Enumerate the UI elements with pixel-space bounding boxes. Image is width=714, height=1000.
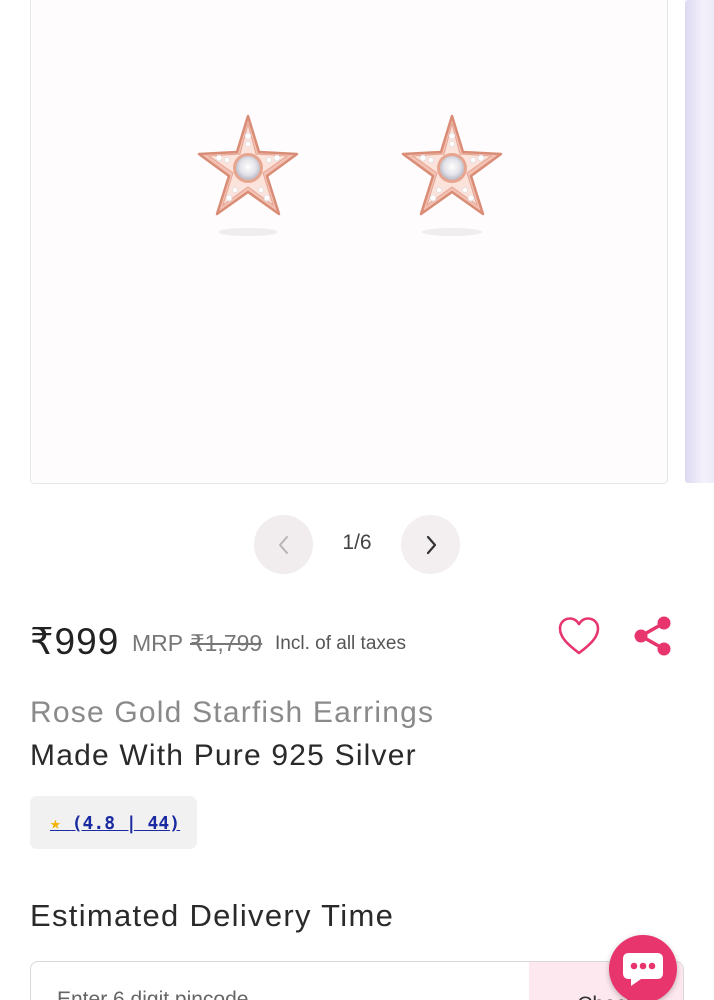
pincode-form: Check xyxy=(30,961,684,1000)
mrp-value: ₹1,799 xyxy=(190,630,263,656)
share-button[interactable] xyxy=(628,612,676,660)
star-icon: ★ xyxy=(50,813,61,834)
delivery-heading: Estimated Delivery Time xyxy=(30,898,395,933)
earring-right-image xyxy=(401,114,503,236)
rating-badge[interactable]: ★ (4.8 | 44) xyxy=(30,796,197,849)
next-image-button[interactable] xyxy=(401,515,460,574)
product-title-line1: Rose Gold Starfish Earrings xyxy=(30,696,435,729)
rating-text: (4.8 | 44) xyxy=(71,813,181,834)
product-title-line2: Made With Pure 925 Silver xyxy=(30,739,417,772)
heart-icon xyxy=(558,617,600,655)
wishlist-button[interactable] xyxy=(555,612,603,660)
pincode-input[interactable] xyxy=(57,988,507,1000)
chat-button[interactable] xyxy=(609,935,677,1000)
chevron-left-icon xyxy=(278,535,288,554)
next-image-preview[interactable] xyxy=(685,0,714,483)
price-row: ₹999 MRP ₹1,799 Incl. of all taxes xyxy=(30,616,690,670)
image-counter: 1/6 xyxy=(342,531,372,554)
gallery-pager: 1/6 xyxy=(0,515,714,575)
selling-price: ₹999 xyxy=(30,621,120,662)
rating-link[interactable]: ★ (4.8 | 44) xyxy=(50,813,180,834)
share-icon xyxy=(634,616,671,656)
product-image-gallery[interactable] xyxy=(30,0,668,484)
mrp-label: MRP xyxy=(132,630,184,656)
chevron-right-icon xyxy=(426,535,436,554)
earring-left-image xyxy=(197,114,299,236)
previous-image-button[interactable] xyxy=(254,515,313,574)
chat-icon xyxy=(623,953,663,986)
tax-note: Incl. of all taxes xyxy=(275,633,406,654)
